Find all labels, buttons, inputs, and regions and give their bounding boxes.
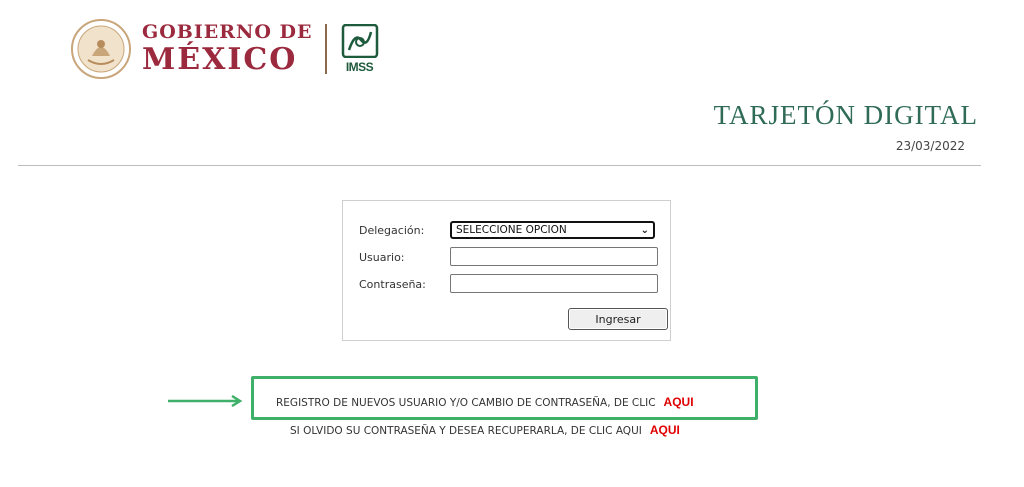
- login-form: Delegación: SELECCIONE OPCION ⌄ Usuario:…: [342, 200, 671, 341]
- gobierno-de-mexico-logo: GOBIERNO DE MÉXICO: [142, 23, 313, 75]
- usuario-label: Usuario:: [359, 251, 405, 264]
- contrasena-label: Contraseña:: [359, 278, 426, 291]
- recuperar-aqui-link[interactable]: AQUI: [650, 423, 680, 437]
- contrasena-input[interactable]: [450, 274, 658, 293]
- header-logos: GOBIERNO DE MÉXICO IMSS: [70, 14, 379, 84]
- imss-emblem-icon: [341, 23, 379, 59]
- header-divider: [18, 165, 981, 166]
- recuperar-line: SI OLVIDO SU CONTRASEÑA Y DESEA RECUPERA…: [290, 423, 680, 437]
- imss-logo: IMSS: [341, 23, 379, 74]
- delegacion-selected-value: SELECCIONE OPCION: [456, 224, 567, 236]
- arrow-right-icon: [168, 395, 243, 407]
- page-date: 23/03/2022: [895, 139, 965, 153]
- gobierno-line1: GOBIERNO DE: [142, 21, 313, 43]
- imss-label: IMSS: [345, 60, 374, 74]
- logo-divider: [324, 24, 327, 74]
- registro-text: REGISTRO DE NUEVOS USUARIO Y/O CAMBIO DE…: [276, 397, 656, 409]
- delegacion-select[interactable]: SELECCIONE OPCION ⌄: [450, 221, 655, 239]
- mexico-seal-icon: [70, 18, 132, 80]
- ingresar-button[interactable]: Ingresar: [568, 308, 668, 330]
- gobierno-line2: MÉXICO: [142, 42, 298, 77]
- page-title: TARJETÓN DIGITAL: [713, 100, 978, 130]
- delegacion-label: Delegación:: [359, 224, 425, 237]
- registro-line: REGISTRO DE NUEVOS USUARIO Y/O CAMBIO DE…: [276, 395, 694, 409]
- chevron-down-icon: ⌄: [640, 224, 649, 236]
- usuario-input[interactable]: [450, 247, 658, 266]
- registro-aqui-link[interactable]: AQUI: [664, 395, 694, 409]
- recuperar-text: SI OLVIDO SU CONTRASEÑA Y DESEA RECUPERA…: [290, 425, 642, 437]
